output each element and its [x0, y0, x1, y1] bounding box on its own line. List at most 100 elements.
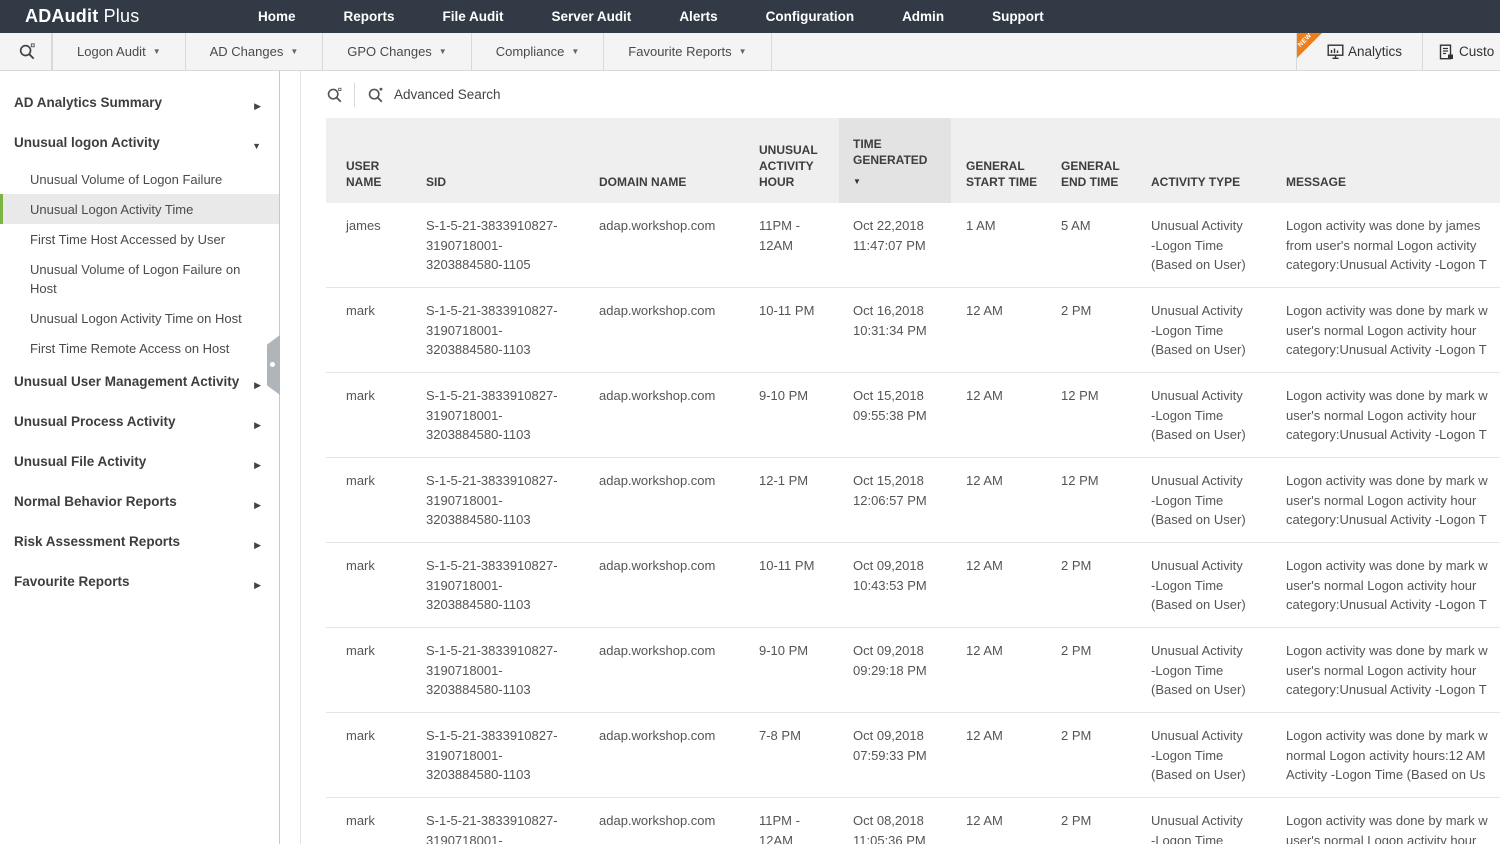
sidebar-item-unusual-logon-activity-time-on-host[interactable]: Unusual Logon Activity Time on Host — [0, 303, 279, 333]
sidebar-item-label: First Time Host Accessed by User — [30, 230, 261, 249]
column-header-general_end_time[interactable]: GENERAL END TIME — [1049, 118, 1141, 203]
column-header-text: DOMAIN NAME — [599, 174, 686, 190]
column-header-activity_type[interactable]: ACTIVITY TYPE — [1141, 118, 1286, 203]
cell-unusual_activity_hour: 12-1 PM — [759, 458, 839, 542]
sidebar-list: AD Analytics Summary▶Unusual logon Activ… — [0, 84, 279, 603]
sidebar-category-unusual-process-activity[interactable]: Unusual Process Activity▶ — [0, 403, 279, 443]
sidebar-item-first-time-remote-access-on-host[interactable]: First Time Remote Access on Host — [0, 333, 279, 363]
column-header-sid[interactable]: SID — [426, 118, 599, 203]
column-header-user_name[interactable]: USER NAME — [326, 118, 426, 203]
sidebar-category-unusual-user-management-activity[interactable]: Unusual User Management Activity ▶ — [0, 363, 279, 403]
table-row: markS-1-5-21-3833910827- 3190718001- 320… — [326, 628, 1500, 713]
toolbar-menus: Logon Audit▼ AD Changes ▼ GPO Changes▼Compl… — [52, 33, 772, 70]
column-header-label: ACTIVITY TYPE — [1151, 175, 1240, 189]
column-header-general_start_time[interactable]: GENERAL START TIME — [951, 118, 1049, 203]
column-header-message[interactable]: MESSAGE — [1286, 118, 1500, 203]
cell-domain_name: adap.workshop.com — [599, 713, 759, 797]
cell-user_name: mark — [326, 288, 426, 372]
chevron-right-icon: ▶ — [254, 372, 261, 395]
sidebar-collapse-handle[interactable] — [267, 335, 280, 395]
analytics-button[interactable]: NEW Analytics — [1296, 33, 1422, 70]
cell-activity_type: Unusual Activity -Logon Time (Based on U… — [1141, 628, 1286, 712]
sidebar-category-normal-behavior-reports[interactable]: Normal Behavior Reports▶ — [0, 483, 279, 523]
app-logo[interactable]: ADAudit Plus — [0, 6, 258, 27]
sidebar-item-label: Unusual User Management Activity — [14, 372, 246, 391]
cell-unusual_activity_hour: 7-8 PM — [759, 713, 839, 797]
sidebar-item-unusual-volume-of-logon-failure-on-host[interactable]: Unusual Volume of Logon Failure on Host — [0, 254, 279, 303]
toolbar-menu-gpo-changes[interactable]: GPO Changes▼ — [323, 33, 471, 70]
cell-sid: S-1-5-21-3833910827- 3190718001- 3203884… — [426, 713, 599, 797]
nav-item-file-audit[interactable]: File Audit — [443, 9, 504, 24]
toolbar-menu-ad-changes[interactable]: AD Changes ▼ — [186, 33, 324, 70]
cell-time_generated: Oct 09,2018 09:29:18 PM — [839, 628, 951, 712]
sidebar-item-unusual-volume-of-logon-failure[interactable]: Unusual Volume of Logon Failure — [0, 164, 279, 194]
cell-user_name: mark — [326, 458, 426, 542]
advanced-search-icon[interactable] — [367, 86, 385, 104]
report-search-button[interactable] — [16, 42, 51, 61]
column-header-label: USER NAME — [346, 159, 381, 189]
column-header-domain_name[interactable]: DOMAIN NAME — [599, 118, 759, 203]
report-toolbar: Logon Audit▼ AD Changes ▼ GPO Changes▼Compl… — [0, 33, 1500, 71]
sort-desc-icon: ▼ — [853, 174, 941, 190]
toolbar-menu-compliance[interactable]: Compliance▼ — [472, 33, 605, 70]
nav-item-configuration[interactable]: Configuration — [766, 9, 854, 24]
column-header-time_generated[interactable]: TIME GENERATED▼ — [839, 118, 951, 203]
table-header-row: USER NAME SID DOMAIN NAME UNUSUAL ACTIVITY … — [326, 118, 1500, 203]
cell-unusual_activity_hour: 9-10 PM — [759, 628, 839, 712]
toolbar-right: NEW Analytics Custo — [1296, 33, 1500, 70]
cell-message: Logon activity was done by mark w user's… — [1286, 458, 1500, 542]
sidebar-category-unusual-logon-activity[interactable]: Unusual logon Activity▼ — [0, 124, 279, 164]
sidebar-category-ad-analytics-summary[interactable]: AD Analytics Summary▶ — [0, 84, 279, 124]
sidebar-item-first-time-host-accessed-by-user[interactable]: First Time Host Accessed by User — [0, 224, 279, 254]
column-search-icon[interactable] — [326, 86, 344, 104]
top-nav-items: Home Reports File Audit Server Audit Alerts C… — [258, 9, 1044, 24]
cell-user_name: mark — [326, 713, 426, 797]
sidebar-item-label: Unusual File Activity — [14, 452, 246, 471]
toolbar-menu-label: AD Changes — [210, 44, 284, 59]
sidebar-item-label: Unusual Process Activity — [14, 412, 246, 431]
cell-unusual_activity_hour: 11PM - 12AM — [759, 798, 839, 844]
nav-item-home[interactable]: Home — [258, 9, 296, 24]
cell-message: Logon activity was done by mark w user's… — [1286, 798, 1500, 844]
cell-general_start_time: 12 AM — [951, 628, 1049, 712]
chevron-down-icon: ▼ — [252, 133, 261, 156]
column-header-label: MESSAGE — [1286, 175, 1346, 189]
nav-item-alerts[interactable]: Alerts — [679, 9, 717, 24]
analytics-monitor-icon — [1327, 44, 1344, 60]
cell-activity_type: Unusual Activity -Logon Time (Based on U… — [1141, 543, 1286, 627]
nav-item-server-audit[interactable]: Server Audit — [552, 9, 632, 24]
column-header-label: SID — [426, 175, 446, 189]
sidebar-category-favourite-reports[interactable]: Favourite Reports▶ — [0, 563, 279, 603]
sidebar-item-unusual-logon-activity-time[interactable]: Unusual Logon Activity Time — [0, 194, 279, 224]
nav-item-admin[interactable]: Admin — [902, 9, 944, 24]
toolbar-menu-label: Logon Audit — [77, 44, 146, 59]
chevron-down-icon: ▼ — [290, 47, 298, 56]
customize-button[interactable]: Custo — [1422, 33, 1500, 70]
toolbar-menu-label: GPO Changes — [347, 44, 432, 59]
chevron-right-icon: ▶ — [254, 93, 261, 116]
sidebar-item-label: Risk Assessment Reports — [14, 532, 246, 551]
cell-general_start_time: 12 AM — [951, 543, 1049, 627]
column-header-unusual_activity_hour[interactable]: UNUSUAL ACTIVITY HOUR — [759, 118, 839, 203]
cell-activity_type: Unusual Activity -Logon Time (Based on U… — [1141, 713, 1286, 797]
cell-time_generated: Oct 09,2018 10:43:53 PM — [839, 543, 951, 627]
nav-item-support[interactable]: Support — [992, 9, 1044, 24]
cell-general_end_time: 2 PM — [1049, 543, 1141, 627]
sidebar-category-unusual-file-activity[interactable]: Unusual File Activity▶ — [0, 443, 279, 483]
advanced-search-label[interactable]: Advanced Search — [394, 87, 501, 102]
table-row: markS-1-5-21-3833910827- 3190718001- 320… — [326, 288, 1500, 373]
sidebar-category-risk-assessment-reports[interactable]: Risk Assessment Reports▶ — [0, 523, 279, 563]
cell-activity_type: Unusual Activity -Logon Time (Based on U… — [1141, 288, 1286, 372]
cell-general_end_time: 2 PM — [1049, 798, 1141, 844]
cell-general_end_time: 12 PM — [1049, 458, 1141, 542]
cell-general_end_time: 2 PM — [1049, 713, 1141, 797]
toolbar-menu-favourite-reports[interactable]: Favourite Reports▼ — [604, 33, 771, 70]
nav-item-reports[interactable]: Reports — [344, 9, 395, 24]
toolbar-menu-logon-audit[interactable]: Logon Audit▼ — [52, 33, 186, 70]
cell-general_start_time: 12 AM — [951, 458, 1049, 542]
app-logo-light: Plus — [104, 6, 140, 26]
cell-general_end_time: 12 PM — [1049, 373, 1141, 457]
cell-message: Logon activity was done by james from us… — [1286, 203, 1500, 287]
report-main-panel: Advanced Search USER NAMESIDDOMAIN NAMEU… — [300, 71, 1500, 844]
cell-sid: S-1-5-21-3833910827- 3190718001- 3203884… — [426, 203, 599, 287]
